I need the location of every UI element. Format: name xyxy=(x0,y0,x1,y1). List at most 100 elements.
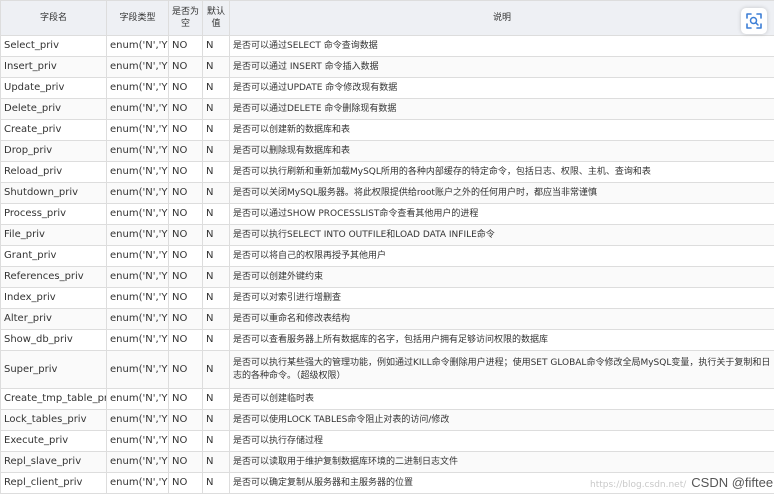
cell-field-type: enum('N','Y') xyxy=(106,287,169,309)
cell-default: N xyxy=(202,203,230,225)
cell-field-type: enum('N','Y') xyxy=(106,409,169,431)
cell-description: 是否可以通过 INSERT 命令插入数据 xyxy=(229,56,774,78)
cell-description: 是否可以通过SHOW PROCESSLIST命令查看其他用户的进程 xyxy=(229,203,774,225)
cell-nullable: NO xyxy=(168,203,203,225)
cell-nullable: NO xyxy=(168,451,203,473)
cell-description: 是否可以将自己的权限再授予其他用户 xyxy=(229,245,774,267)
cell-field-name: Show_db_priv xyxy=(0,329,107,351)
table-row: Grant_priv enum('N','Y') NO N 是否可以将自己的权限再授予其… xyxy=(0,245,774,267)
cell-field-name: File_priv xyxy=(0,224,107,246)
cell-nullable: NO xyxy=(168,388,203,410)
cell-default: N xyxy=(202,266,230,288)
cell-field-type: enum('N','Y') xyxy=(106,203,169,225)
table-body: Select_priv enum('N','Y') NO N 是否可以通过SELECT … xyxy=(0,35,774,494)
table-row: Create_priv enum('N','Y') NO N 是否可以创建新的数据库和表 xyxy=(0,119,774,141)
cell-field-type: enum('N','Y') xyxy=(106,35,169,57)
cell-field-type: enum('N','Y') xyxy=(106,266,169,288)
cell-field-name: Shutdown_priv xyxy=(0,182,107,204)
image-scan-button[interactable] xyxy=(741,8,767,34)
header-default: 默认值 xyxy=(202,0,230,36)
cell-field-type: enum('N','Y') xyxy=(106,329,169,351)
table-row: File_priv enum('N','Y') NO N 是否可以执行SELECT IN… xyxy=(0,224,774,246)
cell-field-type: enum('N','Y') xyxy=(106,56,169,78)
cell-field-name: Select_priv xyxy=(0,35,107,57)
table-row: Show_db_priv enum('N','Y') NO N 是否可以查看服务器上所有… xyxy=(0,329,774,351)
cell-default: N xyxy=(202,119,230,141)
cell-field-name: Execute_priv xyxy=(0,430,107,452)
watermark-text: CSDN @fifteenzz xyxy=(689,474,774,492)
header-description: 说明 xyxy=(229,0,774,36)
cell-default: N xyxy=(202,140,230,162)
cell-field-name: Lock_tables_priv xyxy=(0,409,107,431)
cell-field-name: Insert_priv xyxy=(0,56,107,78)
cell-description: 是否可以重命名和修改表结构 xyxy=(229,308,774,330)
cell-field-type: enum('N','Y') xyxy=(106,350,169,389)
table-row: Process_priv enum('N','Y') NO N 是否可以通过SHOW P… xyxy=(0,203,774,225)
cell-description: 是否可以执行刷新和重新加载MySQL所用的各种内部缓存的特定命令，包括日志、权限… xyxy=(229,161,774,183)
cell-nullable: NO xyxy=(168,245,203,267)
cell-default: N xyxy=(202,245,230,267)
cell-nullable: NO xyxy=(168,119,203,141)
cell-nullable: NO xyxy=(168,161,203,183)
table-row: Delete_priv enum('N','Y') NO N 是否可以通过DELETE … xyxy=(0,98,774,120)
watermark: https://blog.csdn.net/ CSDN @fifteenzz xyxy=(590,474,774,492)
cell-nullable: NO xyxy=(168,98,203,120)
cell-default: N xyxy=(202,430,230,452)
cell-description: 是否可以读取用于维护复制数据库环境的二进制日志文件 xyxy=(229,451,774,473)
cell-field-type: enum('N','Y') xyxy=(106,430,169,452)
table-row: Select_priv enum('N','Y') NO N 是否可以通过SELECT … xyxy=(0,35,774,57)
cell-description: 是否可以创建外键约束 xyxy=(229,266,774,288)
table-row: Shutdown_priv enum('N','Y') NO N 是否可以关闭MySQL… xyxy=(0,182,774,204)
cell-nullable: NO xyxy=(168,409,203,431)
cell-default: N xyxy=(202,350,230,389)
header-field-type: 字段类型 xyxy=(106,0,169,36)
watermark-url: https://blog.csdn.net/ xyxy=(590,480,687,490)
cell-default: N xyxy=(202,451,230,473)
table-row: Index_priv enum('N','Y') NO N 是否可以对索引进行增删查 xyxy=(0,287,774,309)
cell-default: N xyxy=(202,287,230,309)
cell-default: N xyxy=(202,182,230,204)
cell-field-type: enum('N','Y') xyxy=(106,224,169,246)
cell-nullable: NO xyxy=(168,140,203,162)
cell-field-name: Reload_priv xyxy=(0,161,107,183)
cell-field-name: Alter_priv xyxy=(0,308,107,330)
cell-description: 是否可以删除现有数据库和表 xyxy=(229,140,774,162)
table-row: Insert_priv enum('N','Y') NO N 是否可以通过 INSERT… xyxy=(0,56,774,78)
cell-default: N xyxy=(202,472,230,494)
table-row: Drop_priv enum('N','Y') NO N 是否可以删除现有数据库和表 xyxy=(0,140,774,162)
cell-nullable: NO xyxy=(168,266,203,288)
cell-field-name: Repl_slave_priv xyxy=(0,451,107,473)
cell-field-type: enum('N','Y') xyxy=(106,308,169,330)
cell-description: 是否可以对索引进行增删查 xyxy=(229,287,774,309)
cell-field-type: enum('N','Y') xyxy=(106,77,169,99)
cell-field-name: Drop_priv xyxy=(0,140,107,162)
cell-default: N xyxy=(202,388,230,410)
cell-field-type: enum('N','Y') xyxy=(106,182,169,204)
cell-description: 是否可以查看服务器上所有数据库的名字，包括用户拥有足够访问权限的数据库 xyxy=(229,329,774,351)
cell-field-name: Grant_priv xyxy=(0,245,107,267)
cell-description: 是否可以使用LOCK TABLES命令阻止对表的访问/修改 xyxy=(229,409,774,431)
cell-nullable: NO xyxy=(168,350,203,389)
cell-field-type: enum('N','Y') xyxy=(106,161,169,183)
cell-field-name: References_priv xyxy=(0,266,107,288)
cell-default: N xyxy=(202,308,230,330)
cell-nullable: NO xyxy=(168,308,203,330)
cell-field-name: Super_priv xyxy=(0,350,107,389)
header-field-name: 字段名 xyxy=(0,0,107,36)
table-row: Reload_priv enum('N','Y') NO N 是否可以执行刷新和重新加载… xyxy=(0,161,774,183)
cell-description: 是否可以通过SELECT 命令查询数据 xyxy=(229,35,774,57)
scan-icon xyxy=(746,13,762,29)
cell-nullable: NO xyxy=(168,430,203,452)
cell-field-name: Delete_priv xyxy=(0,98,107,120)
cell-nullable: NO xyxy=(168,224,203,246)
cell-field-type: enum('N','Y') xyxy=(106,140,169,162)
cell-field-type: enum('N','Y') xyxy=(106,388,169,410)
cell-default: N xyxy=(202,77,230,99)
table-row: Repl_slave_priv enum('N','Y') NO N 是否可以读取用于维… xyxy=(0,451,774,473)
cell-default: N xyxy=(202,35,230,57)
cell-description: 是否可以执行SELECT INTO OUTFILE和LOAD DATA INFI… xyxy=(229,224,774,246)
cell-nullable: NO xyxy=(168,35,203,57)
cell-nullable: NO xyxy=(168,287,203,309)
cell-field-type: enum('N','Y') xyxy=(106,119,169,141)
privilege-table: 字段名 字段类型 是否为空 默认值 说明 Select_priv enum('N'… xyxy=(0,0,774,494)
